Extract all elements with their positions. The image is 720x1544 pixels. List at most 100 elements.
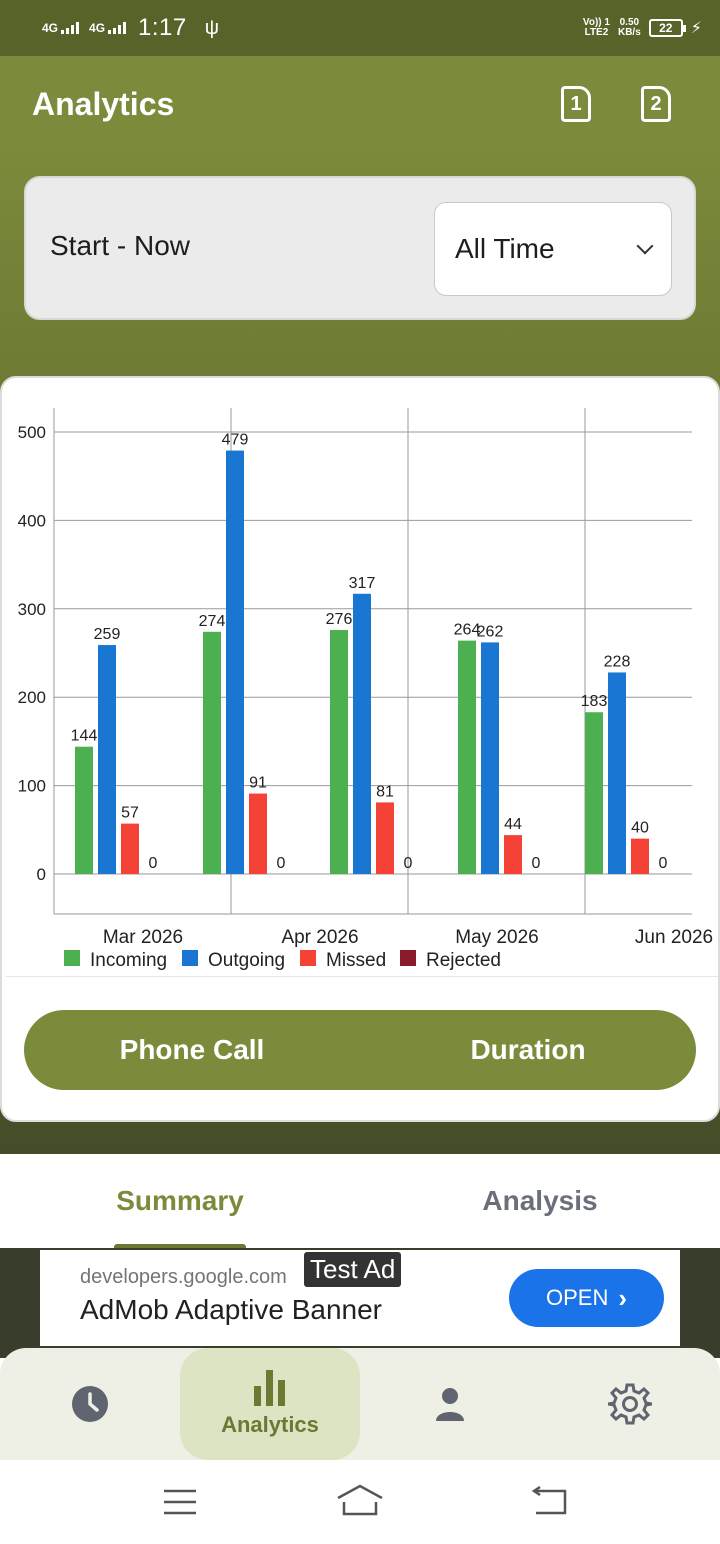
- net-speed: 0.50 KB/s: [618, 18, 641, 38]
- bar-incoming: [75, 746, 93, 874]
- clock-time: 1:17: [138, 14, 187, 41]
- data-label: 91: [249, 775, 267, 792]
- back-icon[interactable]: [531, 1485, 567, 1515]
- battery-level: 22: [659, 21, 673, 35]
- gear-icon: [608, 1383, 652, 1425]
- range-label: Start - Now: [50, 230, 191, 261]
- menu-icon[interactable]: [164, 1489, 196, 1515]
- bar-incoming: [330, 630, 348, 874]
- legend-label: Rejected: [426, 950, 501, 971]
- volte-bottom: LTE2: [584, 27, 609, 38]
- sim1-label: 1: [570, 92, 582, 115]
- legend-label: Incoming: [90, 950, 167, 971]
- bottom-navigation: Analytics: [0, 1348, 720, 1460]
- data-label: 81: [376, 783, 394, 800]
- data-label: 44: [504, 816, 522, 833]
- data-label: 262: [477, 623, 504, 640]
- y-tick-label: 400: [18, 511, 46, 530]
- usb-icon: ψ: [204, 16, 220, 39]
- volte-indicator: Vo)) 1 LTE2: [583, 18, 610, 38]
- tab-bar: Summary Analysis: [0, 1154, 720, 1248]
- data-label: 0: [404, 855, 413, 872]
- system-nav-icons: [164, 1484, 567, 1516]
- ad-banner[interactable]: developers.google.com AdMob Adaptive Ban…: [40, 1250, 680, 1346]
- date-range-card: Start - Now All Time: [24, 176, 696, 320]
- x-tick-label: Mar 2026: [103, 927, 183, 948]
- y-tick-label: 100: [18, 777, 46, 796]
- charging-icon: ⚡: [690, 20, 702, 37]
- y-tick-label: 200: [18, 688, 46, 707]
- data-label: 479: [222, 432, 249, 449]
- y-tick-label: 0: [37, 865, 46, 884]
- data-label: 228: [604, 653, 631, 670]
- ad-open-button[interactable]: OPEN ›: [509, 1269, 664, 1327]
- x-tick-label: Jun 2026: [635, 927, 713, 948]
- nav-analytics[interactable]: Analytics: [180, 1348, 360, 1460]
- bar-outgoing: [98, 645, 116, 874]
- bar-missed: [376, 802, 394, 874]
- metric-toggle: Phone Call Duration: [24, 1010, 696, 1090]
- data-label: 259: [94, 626, 121, 643]
- network-type-1: 4G: [42, 21, 59, 35]
- nav-history[interactable]: [60, 1348, 120, 1460]
- data-label: 0: [149, 855, 158, 872]
- person-icon: [436, 1388, 464, 1421]
- phone-call-toggle[interactable]: Phone Call: [24, 1010, 360, 1090]
- nav-analytics-label: Analytics: [221, 1412, 319, 1437]
- y-tick-label: 500: [18, 423, 46, 442]
- test-ad-badge: Test Ad: [304, 1252, 402, 1287]
- data-label: 0: [659, 855, 668, 872]
- bar-missed: [121, 823, 139, 874]
- bar-incoming: [203, 631, 221, 874]
- signal-bars-icon: [61, 22, 80, 34]
- bar-missed: [504, 835, 522, 874]
- x-tick-label: May 2026: [455, 927, 538, 948]
- chevron-right-icon: ›: [618, 1282, 628, 1313]
- page-title: Analytics: [32, 85, 175, 122]
- legend-swatch: [64, 950, 80, 966]
- data-label: 144: [71, 728, 98, 745]
- clock-icon: [72, 1386, 108, 1422]
- status-bar: 4G 4G 1:17 ψ Vo)) 1 LTE2 0.50 KB/s 22 ⚡: [0, 0, 720, 56]
- data-label: 183: [581, 693, 608, 710]
- ad-url: developers.google.com: [80, 1266, 287, 1288]
- time-range-value: All Time: [455, 233, 555, 264]
- calls-bar-chart: 5004003002001000144274 276264183259479317…: [18, 408, 713, 971]
- speed-unit: KB/s: [617, 27, 641, 38]
- tab-summary[interactable]: Summary: [0, 1154, 360, 1248]
- signal-sim2: 4G: [89, 22, 127, 34]
- home-icon[interactable]: [337, 1484, 383, 1516]
- data-label: 0: [277, 855, 286, 872]
- data-label: 317: [349, 575, 376, 592]
- time-range-dropdown[interactable]: All Time: [434, 202, 672, 296]
- data-label: 40: [631, 820, 649, 837]
- legend-swatch: [182, 950, 198, 966]
- bar-outgoing: [481, 642, 499, 874]
- bar-chart-icon: [254, 1370, 285, 1406]
- data-label: 0: [532, 855, 541, 872]
- bar-incoming: [458, 640, 476, 874]
- sim2-button[interactable]: 2: [641, 86, 671, 122]
- divider: [6, 976, 718, 977]
- legend-label: Outgoing: [208, 950, 285, 971]
- bar-missed: [249, 793, 267, 874]
- bar-outgoing: [226, 450, 244, 874]
- duration-toggle[interactable]: Duration: [360, 1010, 696, 1090]
- y-tick-label: 300: [18, 600, 46, 619]
- legend-label: Missed: [326, 950, 386, 971]
- data-label: 57: [121, 805, 139, 822]
- signal-bars-icon: [108, 22, 127, 34]
- tab-analysis[interactable]: Analysis: [360, 1154, 720, 1248]
- sim1-button[interactable]: 1: [561, 86, 591, 122]
- data-label: 276: [326, 611, 353, 628]
- chart-card: 500 400 300 200 100 0 144 274 276 264 183 259 479 317…: [0, 376, 720, 1122]
- nav-settings[interactable]: [600, 1348, 660, 1460]
- bar-incoming: [585, 712, 603, 874]
- app-bar: Analytics: [0, 56, 720, 152]
- legend-swatch: [300, 950, 316, 966]
- nav-contacts[interactable]: [420, 1348, 480, 1460]
- chevron-down-icon: [636, 237, 654, 255]
- bar-outgoing: [608, 672, 626, 874]
- system-navigation-bar: [0, 1460, 720, 1544]
- ad-title: AdMob Adaptive Banner: [80, 1294, 382, 1325]
